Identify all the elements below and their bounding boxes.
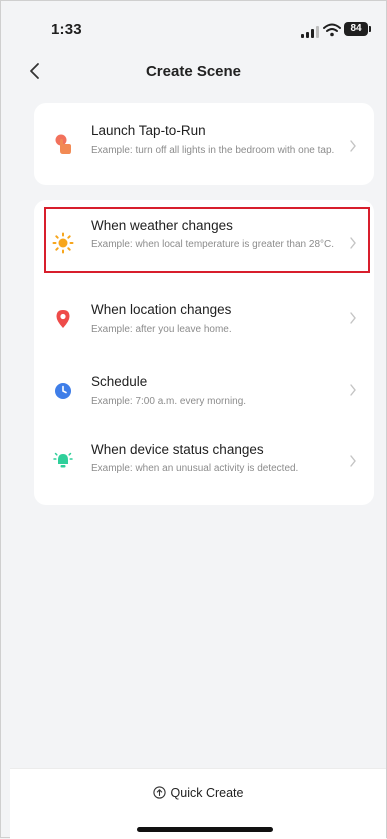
- condition-weather-description: Example: when local temperature is great…: [91, 239, 335, 250]
- wifi-icon: [323, 23, 341, 37]
- battery-indicator: 84: [344, 22, 371, 36]
- page-title: Create Scene: [145, 63, 242, 80]
- tap-hand-icon: [55, 134, 71, 154]
- conditions-card: When weather changes Example: when local…: [34, 200, 374, 505]
- app-screen: 1:33 84 Create Scene Launch Tap-to-Run E…: [0, 0, 387, 839]
- launch-title: Launch Tap-to-Run: [91, 123, 206, 138]
- home-indicator: [137, 827, 273, 832]
- location-pin-icon: [56, 310, 70, 328]
- condition-schedule-item[interactable]: Schedule Example: 7:00 a.m. every mornin…: [34, 350, 374, 422]
- condition-location-item[interactable]: When location changes Example: after you…: [34, 280, 374, 350]
- device-icon: [53, 452, 73, 468]
- cellular-signal-icon: [301, 26, 321, 38]
- chevron-right-icon: [350, 140, 356, 152]
- launch-description: Example: turn off all lights in the bedr…: [91, 145, 335, 156]
- condition-device-status-item[interactable]: When device status changes Example: when…: [34, 422, 374, 505]
- status-bar: 1:33 84: [1, 1, 386, 61]
- condition-schedule-title: Schedule: [91, 374, 148, 389]
- arrow-up-circle-icon: [152, 786, 166, 799]
- sun-icon: [52, 232, 74, 254]
- chevron-right-icon: [350, 455, 356, 467]
- condition-schedule-description: Example: 7:00 a.m. every morning.: [91, 396, 247, 407]
- condition-location-description: Example: after you leave home.: [91, 324, 232, 335]
- condition-weather-item[interactable]: When weather changes Example: when local…: [34, 200, 374, 280]
- launch-card: Launch Tap-to-Run Example: turn off all …: [34, 103, 374, 185]
- chevron-right-icon: [350, 312, 356, 324]
- chevron-right-icon: [350, 237, 356, 249]
- clock-icon: [55, 383, 71, 399]
- status-time: 1:33: [51, 21, 82, 38]
- condition-location-title: When location changes: [91, 302, 232, 317]
- launch-tap-to-run-item[interactable]: Launch Tap-to-Run Example: turn off all …: [34, 103, 374, 185]
- condition-weather-title: When weather changes: [91, 218, 233, 233]
- condition-device-status-title: When device status changes: [91, 442, 264, 457]
- quick-create-label: Quick Create: [170, 786, 244, 800]
- condition-device-status-description: Example: when an unusual activity is det…: [91, 463, 299, 474]
- quick-create-button[interactable]: Quick Create: [10, 786, 386, 800]
- chevron-right-icon: [350, 384, 356, 396]
